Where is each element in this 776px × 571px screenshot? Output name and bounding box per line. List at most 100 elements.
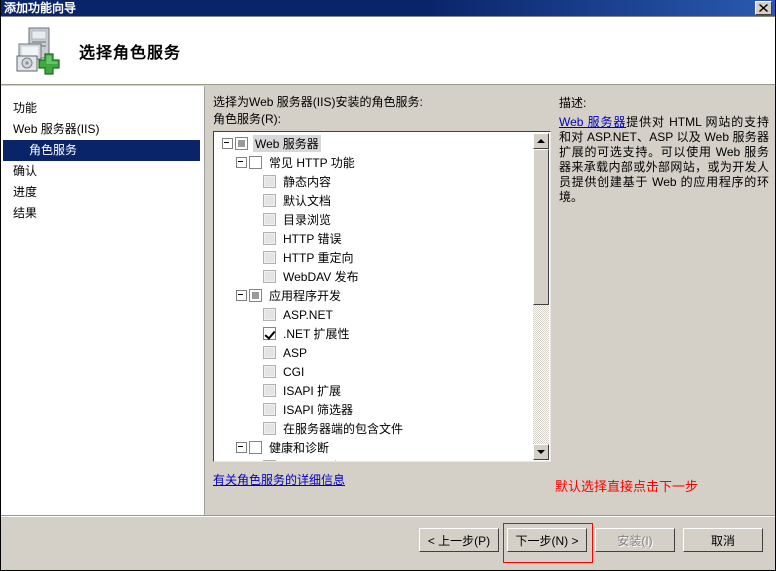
tree-item-label: ASP.NET <box>283 307 333 322</box>
tree-item-label: Web 服务器 <box>253 135 321 152</box>
tree-row[interactable]: 应用程序开发 <box>216 286 532 305</box>
tree-row[interactable]: ASP <box>216 343 532 362</box>
collapse-expander-icon[interactable] <box>235 289 248 302</box>
sidebar-item-progress[interactable]: 进度 <box>1 182 204 203</box>
tree-rows-container: Web 服务器常见 HTTP 功能静态内容默认文档目录浏览 HTTP 错误 HTTP… <box>216 134 532 461</box>
tree-row[interactable]: ISAPI 筛选器 <box>216 400 532 419</box>
sidebar-item-role-services[interactable]: 角色服务 <box>3 140 200 161</box>
tree-row[interactable]: ISAPI 扩展 <box>216 381 532 400</box>
tree-checkbox[interactable] <box>263 308 276 321</box>
description-title: 描述: <box>559 96 587 110</box>
tree-row[interactable]: 在服务器端的包含文件 <box>216 419 532 438</box>
tree-item-label: 目录浏览 <box>283 213 332 227</box>
back-button-wrap: < 上一步(P) <box>419 528 499 552</box>
install-button-wrap: 安装(I) <box>595 528 675 552</box>
wizard-sidebar: 功能 Web 服务器(IIS) 角色服务 确认 进度 结果 <box>1 86 205 516</box>
arrow-down-glyph <box>537 450 545 454</box>
server-add-icon <box>11 26 63 76</box>
tree-checkbox[interactable] <box>263 460 276 461</box>
footer-separator-light <box>1 516 775 517</box>
tree-item-label: CGI <box>283 364 305 379</box>
next-button-wrap: 下一步(N) > <box>503 523 593 563</box>
tree-checkbox[interactable] <box>263 251 276 264</box>
collapse-expander-icon[interactable] <box>235 156 248 169</box>
sidebar-item-results[interactable]: 结果 <box>1 203 204 224</box>
install-button: 安装(I) <box>595 528 675 552</box>
tree-item-label: .NET 扩展性 <box>283 327 350 341</box>
tree-row[interactable]: .NET 扩展性 <box>216 324 532 343</box>
role-services-tree[interactable]: Web 服务器常见 HTTP 功能静态内容默认文档目录浏览 HTTP 错误 HTTP… <box>213 131 551 462</box>
tree-checkbox[interactable] <box>263 270 276 283</box>
cancel-button[interactable]: 取消 <box>683 528 763 552</box>
tree-row[interactable]: WebDAV 发布 <box>216 267 532 286</box>
tree-row[interactable]: ASP.NET <box>216 305 532 324</box>
tree-row[interactable]: 常见 HTTP 功能 <box>216 153 532 172</box>
tree-checkbox[interactable] <box>263 327 276 340</box>
tree-checkbox[interactable] <box>263 403 276 416</box>
tree-item-label: HTTP 重定向 <box>283 251 354 265</box>
arrow-up-glyph <box>537 139 545 143</box>
more-info-link[interactable]: 有关角色服务的详细信息 <box>213 471 551 488</box>
tree-row[interactable]: HTTP 日志记录 <box>216 457 532 461</box>
sidebar-item-confirmation[interactable]: 确认 <box>1 161 204 182</box>
tree-item-label: ASP <box>283 345 308 360</box>
tree-checkbox[interactable] <box>263 175 276 188</box>
sidebar-item-web-server[interactable]: Web 服务器(IIS) <box>1 119 204 140</box>
tree-item-label: 静态内容 <box>283 175 332 189</box>
add-features-wizard-window: 添加功能向导 选择角色服务 功能 Web 服务器(IIS) 角色服务 确认 进度… <box>0 0 776 571</box>
tree-checkbox[interactable] <box>263 213 276 226</box>
tree-checkbox[interactable] <box>263 232 276 245</box>
tree-checkbox[interactable] <box>263 346 276 359</box>
description-pane: 描述: Web 服务器提供对 HTML 网站的支持和对 ASP.NET、ASP … <box>551 94 769 516</box>
cancel-button-wrap: 取消 <box>683 528 763 552</box>
scroll-down-arrow-icon[interactable] <box>533 444 549 460</box>
tree-item-label: ISAPI 筛选器 <box>283 403 354 417</box>
close-icon[interactable] <box>755 1 772 15</box>
wizard-body: 功能 Web 服务器(IIS) 角色服务 确认 进度 结果 选择为Web 服务器… <box>1 86 775 516</box>
tree-row[interactable]: 目录浏览 <box>216 210 532 229</box>
web-server-link[interactable]: Web 服务器 <box>559 115 626 129</box>
tree-checkbox[interactable] <box>263 384 276 397</box>
tree-item-label: 健康和诊断 <box>269 441 330 455</box>
tree-checkbox[interactable] <box>249 289 262 302</box>
tree-checkbox[interactable] <box>263 422 276 435</box>
tree-checkbox[interactable] <box>263 194 276 207</box>
tree-row[interactable]: HTTP 错误 <box>216 229 532 248</box>
tree-item-label: HTTP 错误 <box>283 232 342 246</box>
annotation-text: 默认选择直接点击下一步 <box>555 479 699 494</box>
footer-buttons: < 上一步(P) 下一步(N) > 安装(I) 取消 <box>419 523 763 563</box>
scrollbar-thumb[interactable] <box>533 149 549 305</box>
collapse-expander-icon[interactable] <box>221 137 234 150</box>
tree-checkbox[interactable] <box>235 137 248 150</box>
tree-row[interactable]: CGI <box>216 362 532 381</box>
next-button[interactable]: 下一步(N) > <box>507 528 587 552</box>
tree-checkbox[interactable] <box>263 365 276 378</box>
back-button[interactable]: < 上一步(P) <box>419 528 499 552</box>
tree-item-label: 在服务器端的包含文件 <box>283 422 404 436</box>
tree-item-label: ISAPI 扩展 <box>283 384 342 398</box>
intro-text: 选择为Web 服务器(IIS)安装的角色服务: <box>213 95 423 109</box>
collapse-expander-icon[interactable] <box>235 441 248 454</box>
main-content: 选择为Web 服务器(IIS)安装的角色服务: 角色服务(R): Web 服务器… <box>205 86 775 516</box>
tree-row[interactable]: HTTP 重定向 <box>216 248 532 267</box>
tree-row[interactable]: Web 服务器 <box>216 134 532 153</box>
page-title: 选择角色服务 <box>79 44 182 62</box>
scrollbar-track[interactable] <box>533 149 549 444</box>
tree-row[interactable]: 健康和诊断 <box>216 438 532 457</box>
description-body: Web 服务器提供对 HTML 网站的支持和对 ASP.NET、ASP 以及 W… <box>559 115 769 205</box>
tree-item-label: 常见 HTTP 功能 <box>269 156 355 170</box>
tree-item-label: HTTP 日志记录 <box>281 458 367 461</box>
roles-label: 角色服务(R): <box>213 112 281 126</box>
title-bar: 添加功能向导 <box>1 0 775 17</box>
scroll-up-arrow-icon[interactable] <box>533 133 549 149</box>
role-services-pane: 选择为Web 服务器(IIS)安装的角色服务: 角色服务(R): Web 服务器… <box>213 94 551 516</box>
tree-item-label: WebDAV 发布 <box>283 270 359 284</box>
tree-checkbox[interactable] <box>249 156 262 169</box>
sidebar-item-features[interactable]: 功能 <box>1 98 204 119</box>
tree-vertical-scrollbar[interactable] <box>533 133 549 460</box>
tree-item-label: 应用程序开发 <box>269 289 342 303</box>
tree-row[interactable]: 默认文档 <box>216 191 532 210</box>
tree-checkbox[interactable] <box>249 441 262 454</box>
tree-row[interactable]: 静态内容 <box>216 172 532 191</box>
tree-item-label: 默认文档 <box>283 194 332 208</box>
